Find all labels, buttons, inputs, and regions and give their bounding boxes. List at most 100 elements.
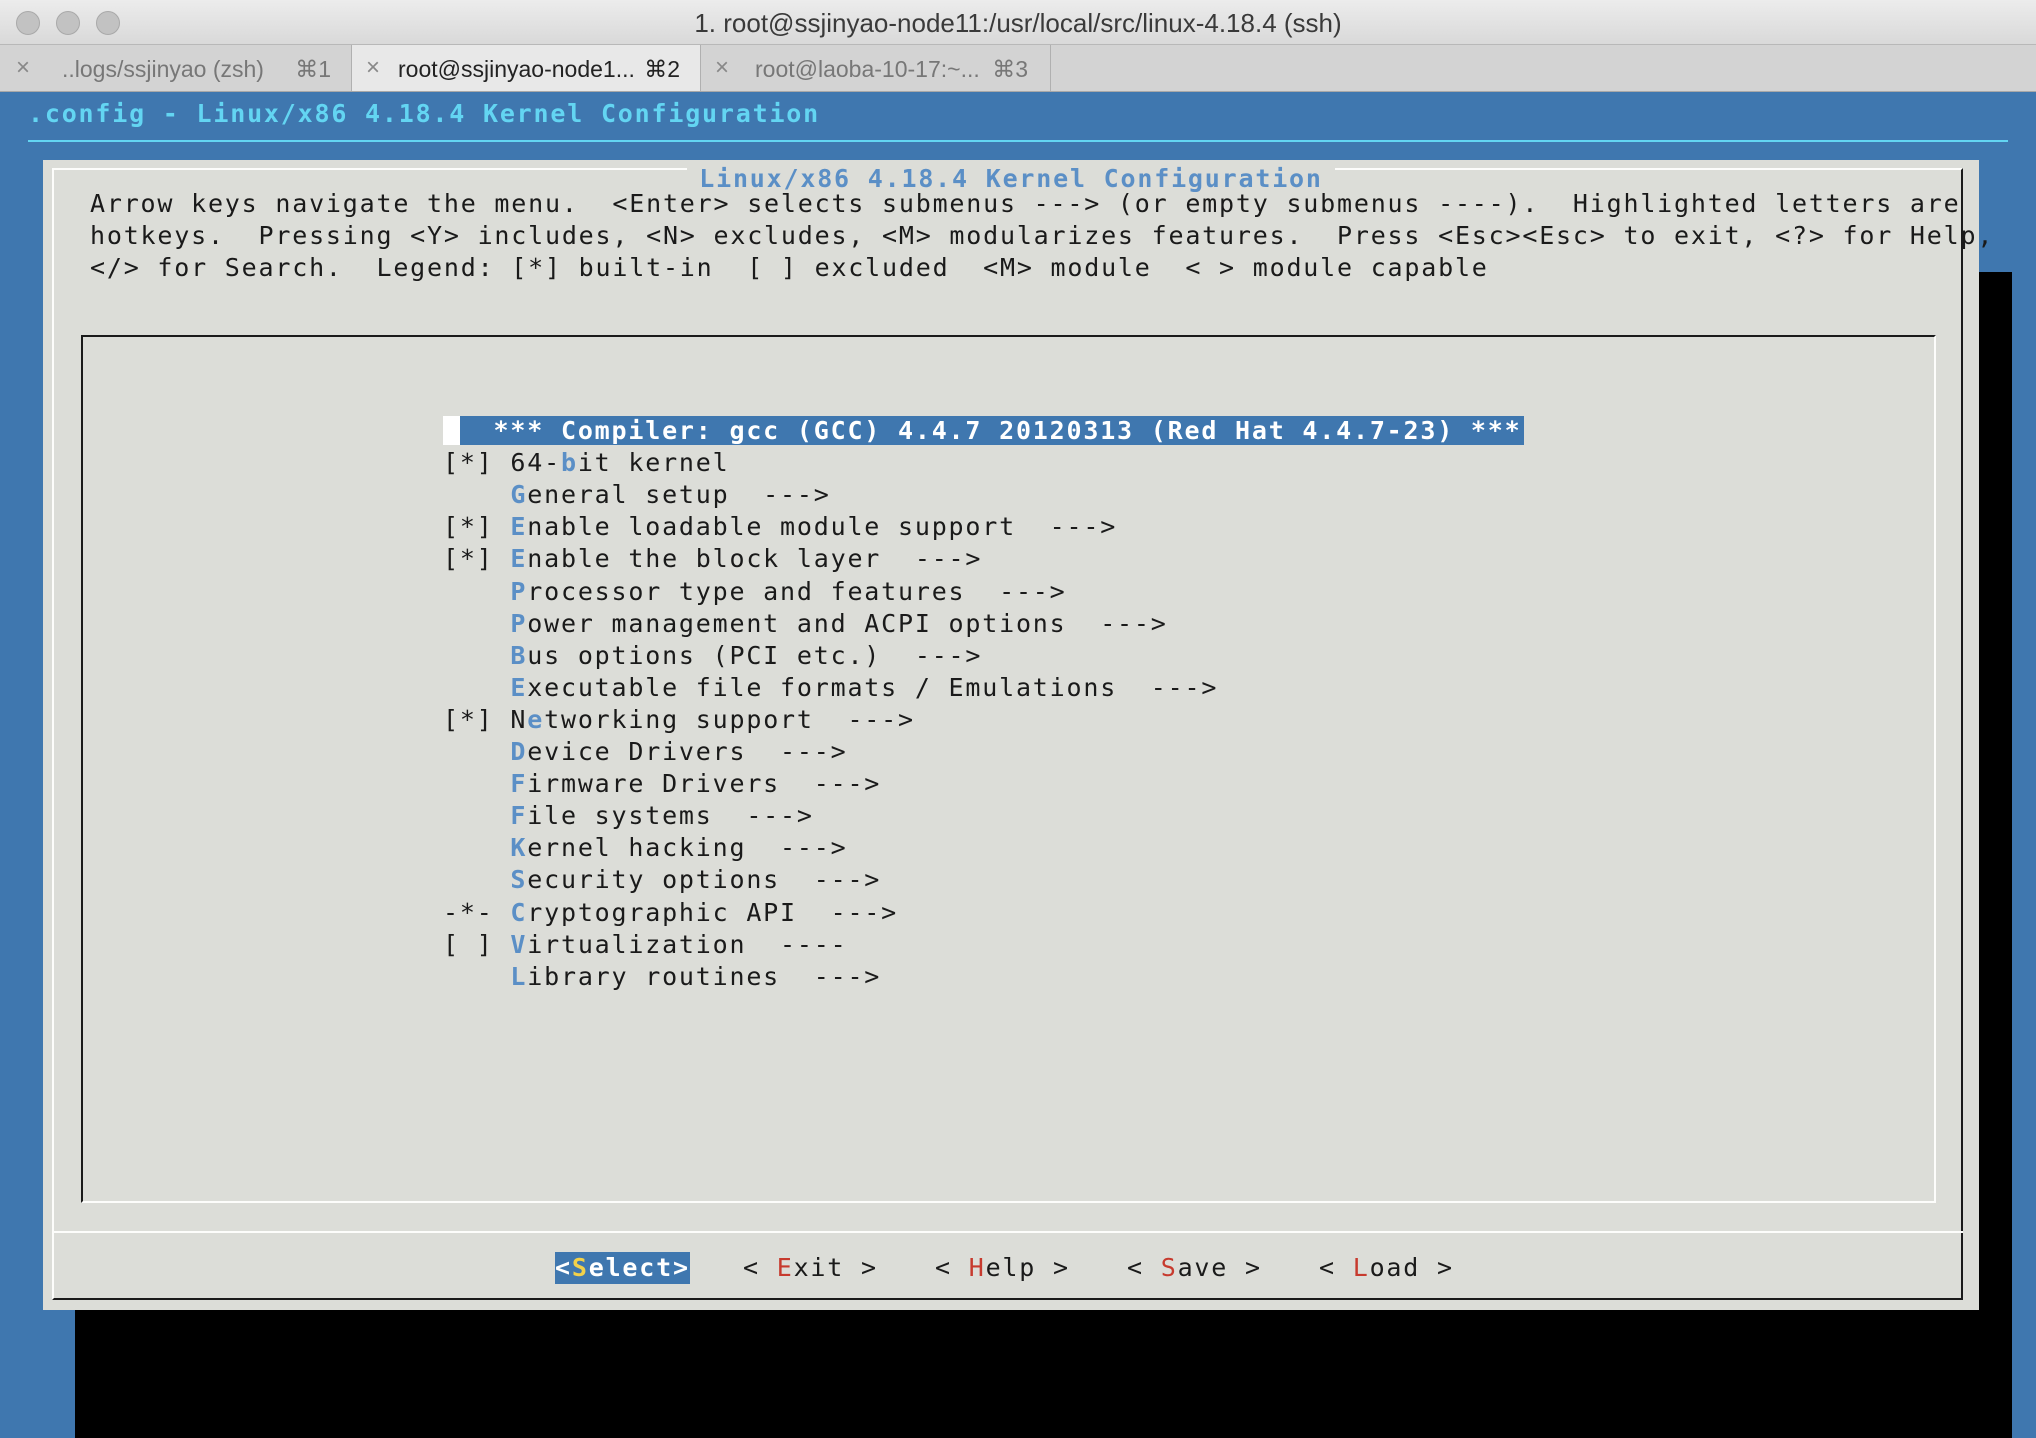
menu-item[interactable]: Firmware Drivers ---> (443, 768, 881, 800)
close-tab-icon[interactable]: × (16, 54, 30, 82)
menu-item-hotkey: b (560, 448, 578, 478)
selected-menu-item[interactable]: *** Compiler: gcc (GCC) 4.4.7 20120313 (… (443, 416, 1524, 445)
tab-bar: × ..logs/ssjinyao (zsh) ⌘1 × root@ssjiny… (0, 45, 2036, 92)
menu-item[interactable]: Kernel hacking ---> (443, 832, 847, 864)
menu-item[interactable]: Library routines ---> (443, 961, 881, 993)
menu-item-hotkey: D (510, 737, 528, 766)
kconfig-dialog: Linux/x86 4.18.4 Kernel Configuration Ar… (43, 160, 1992, 1310)
tab-1[interactable]: × ..logs/ssjinyao (zsh) ⌘1 (0, 45, 352, 91)
menu-item-hotkey: C (510, 897, 528, 927)
menu-item-hotkey: G (510, 480, 528, 510)
menu-item[interactable]: [*] Networking support ---> (443, 704, 915, 736)
menu-item-text: eneral setup ---> (527, 480, 831, 510)
button-label: < (743, 1253, 777, 1282)
menu-item[interactable]: Executable file formats / Emulations ---… (443, 672, 1218, 704)
menu-item-state (443, 833, 510, 862)
menu-item-hotkey: E (510, 512, 528, 542)
config-header: .config - Linux/x86 4.18.4 Kernel Config… (28, 99, 821, 128)
menu-item-text: nable loadable module support ---> (527, 512, 1118, 542)
tab-2[interactable]: × root@ssjinyao-node1... ⌘2 (352, 45, 701, 91)
menu-item-state: [*] (443, 544, 511, 574)
menu-item-state (443, 801, 510, 830)
menu-item-text: 64- (510, 448, 561, 478)
button-hotkey: H (968, 1253, 986, 1282)
menu-item-text: irtualization ---- (527, 929, 848, 959)
menu-item[interactable]: General setup ---> (443, 479, 831, 511)
tab-shortcut: ⌘1 (295, 56, 331, 82)
menu-item-hotkey: E (510, 544, 528, 574)
tab-label: root@ssjinyao-node1... (398, 56, 635, 82)
menu-item-hotkey: P (510, 608, 528, 638)
menu-item-text: tworking support ---> (544, 704, 915, 734)
load-button[interactable]: < Load > (1319, 1252, 1454, 1284)
button-hotkey: S (571, 1253, 589, 1282)
menu-item[interactable]: Processor type and features ---> (443, 576, 1067, 608)
terminal-area[interactable]: .config - Linux/x86 4.18.4 Kernel Config… (0, 92, 2036, 1438)
close-tab-icon[interactable]: × (366, 54, 380, 82)
menu-item-state (443, 609, 510, 638)
menu-item[interactable]: [*] Enable loadable module support ---> (443, 511, 1117, 543)
button-label: < (1319, 1253, 1353, 1282)
menu-item-hotkey: B (510, 640, 528, 670)
menu-item-text: ernel hacking ---> (527, 833, 848, 863)
menu-item-state (443, 577, 510, 606)
menu-item-text: it kernel (577, 448, 730, 478)
menu-item-hotkey: F (510, 769, 528, 799)
help-button[interactable]: < Help > (935, 1252, 1070, 1284)
header-divider (28, 140, 2008, 142)
menu-item-hotkey: F (510, 801, 528, 831)
tab-label: root@laoba-10-17:~... (755, 56, 980, 82)
cursor-block (443, 416, 460, 445)
button-label: < (935, 1253, 969, 1282)
menu-item[interactable]: Security options ---> (443, 864, 881, 896)
menu-item-state (443, 737, 510, 766)
menu-item-text: rocessor type and features ---> (527, 576, 1067, 606)
button-label: oad > (1369, 1253, 1454, 1282)
menu-item-hotkey: e (527, 704, 545, 734)
menu-box (81, 335, 1936, 1203)
menu-item-state: [*] (443, 512, 511, 542)
menu-item-state (443, 480, 510, 509)
menu-item[interactable]: [*] 64-bit kernel (443, 447, 730, 479)
menu-item[interactable]: Power management and ACPI options ---> (443, 608, 1168, 640)
menu-item[interactable]: -*- Cryptographic API ---> (443, 897, 898, 929)
button-label: ave > (1177, 1253, 1262, 1282)
menu-item-hotkey: S (510, 865, 528, 895)
menu-item[interactable]: [ ] Virtualization ---- (443, 929, 847, 961)
button-label: xit > (793, 1253, 878, 1282)
menu-item[interactable]: Device Drivers ---> (443, 736, 847, 768)
help-text: Arrow keys navigate the menu. <Enter> se… (90, 188, 1994, 284)
menu-item-state (443, 673, 510, 702)
menu-item-text: N (510, 704, 528, 734)
tab-3[interactable]: × root@laoba-10-17:~... ⌘3 (701, 45, 1051, 91)
menu-item-state: [*] (443, 704, 511, 734)
select-button[interactable]: <Select> (555, 1252, 690, 1284)
menu-item-hotkey: L (510, 961, 528, 991)
menu-item-text: ecurity options ---> (527, 865, 882, 895)
menu-item[interactable]: File systems ---> (443, 800, 814, 832)
menu-item-text: us options (PCI etc.) ---> (527, 640, 983, 670)
menu-item-state: -*- (443, 897, 511, 927)
close-tab-icon[interactable]: × (715, 54, 729, 82)
exit-button[interactable]: < Exit > (743, 1252, 878, 1284)
menu-item-text: *** Compiler: gcc (GCC) 4.4.7 20120313 (… (459, 416, 1522, 445)
window-title: 1. root@ssjinyao-node11:/usr/local/src/l… (694, 8, 1342, 38)
button-hotkey: L (1352, 1253, 1370, 1282)
menu-item-state: [*] (443, 448, 511, 478)
menu-item-text: ile systems ---> (527, 801, 814, 831)
menu-item[interactable]: Bus options (PCI etc.) ---> (443, 640, 982, 672)
menu-item[interactable]: *** Compiler: gcc (GCC) 4.4.7 20120313 (… (443, 415, 1524, 447)
menu-item-state (443, 769, 510, 798)
save-button[interactable]: < Save > (1127, 1252, 1262, 1284)
tab-label: ..logs/ssjinyao (zsh) (62, 56, 264, 82)
menu-item-hotkey: K (510, 833, 528, 863)
menu-item-text: ibrary routines ---> (527, 961, 882, 991)
button-label: < (1127, 1253, 1161, 1282)
help-line: </> for Search. Legend: [*] built-in [ ]… (90, 253, 1489, 282)
menu-item-state (443, 865, 510, 894)
help-line: Arrow keys navigate the menu. <Enter> se… (90, 189, 1961, 218)
menu-item-text: evice Drivers ---> (527, 737, 848, 766)
help-line: hotkeys. Pressing <Y> includes, <N> excl… (90, 221, 1995, 250)
button-separator (52, 1231, 1963, 1233)
menu-item[interactable]: [*] Enable the block layer ---> (443, 543, 982, 575)
